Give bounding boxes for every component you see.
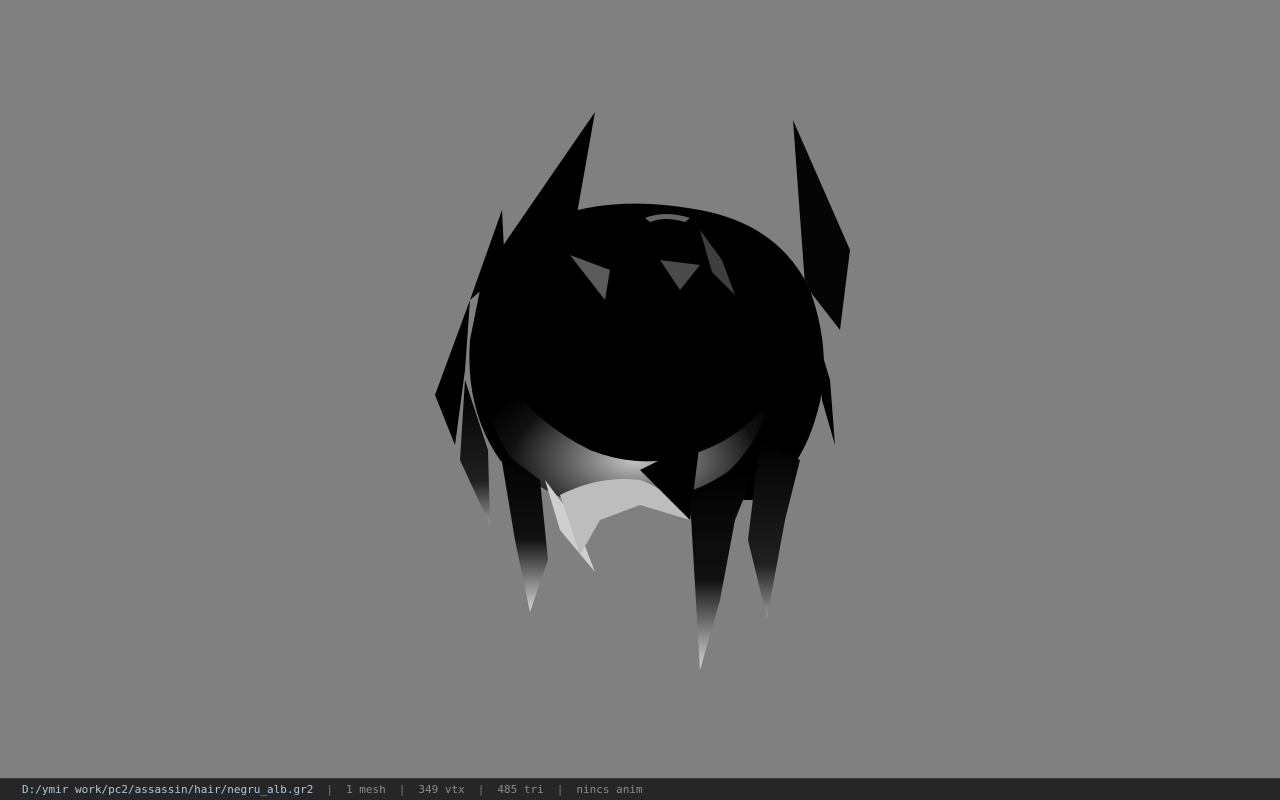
status-bar: D:/ymir work/pc2/assassin/hair/negru_alb… xyxy=(0,778,1280,800)
vertex-count: 349 vtx xyxy=(418,783,465,796)
model-viewport[interactable] xyxy=(0,0,1280,778)
animation-status: nincs anim xyxy=(576,783,643,796)
file-path: D:/ymir work/pc2/assassin/hair/negru_alb… xyxy=(22,783,314,796)
mesh-count: 1 mesh xyxy=(346,783,386,796)
status-separator: | xyxy=(326,783,334,796)
status-separator: | xyxy=(477,783,485,796)
status-separator: | xyxy=(398,783,406,796)
triangle-count: 485 tri xyxy=(497,783,544,796)
status-separator: | xyxy=(556,783,564,796)
hair-model-render xyxy=(435,112,850,670)
